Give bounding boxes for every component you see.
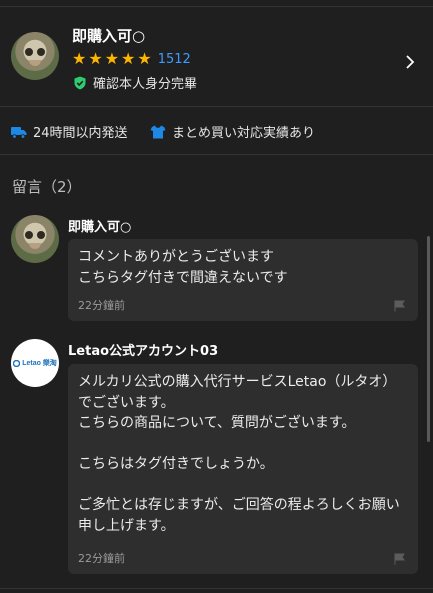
shirt-icon (150, 125, 166, 138)
feature-shipping: 24時間以内発送 (11, 122, 128, 141)
scrollbar[interactable] (427, 236, 430, 442)
comment-avatar[interactable]: Letao 樂淘 (11, 339, 59, 387)
star-icon: ★ (137, 49, 152, 68)
report-flag-icon[interactable] (394, 300, 406, 312)
verified-badge: 確認本人身分完畢 (73, 73, 197, 92)
feature-shipping-label: 24時間以内発送 (33, 126, 128, 141)
letao-logo-icon: Letao 樂淘 (13, 358, 57, 368)
star-icon: ★ (88, 49, 103, 68)
features-divider (0, 154, 433, 155)
bottom-divider (0, 588, 433, 589)
comments-title: 留言（2） (12, 178, 82, 196)
seller-rating: ★ ★ ★ ★ ★ 1512 (72, 51, 191, 67)
verified-label: 確認本人身分完畢 (93, 77, 198, 92)
comment-text: コメントありがとうございます こちらタグ付きで間違えないです (78, 249, 288, 286)
truck-icon (11, 126, 27, 139)
star-icon: ★ (72, 49, 87, 68)
seller-avatar[interactable] (11, 32, 59, 80)
comment-bubble: コメントありがとうございます こちらタグ付きで間違えないです 22分鐘前 (68, 239, 418, 321)
star-icon: ★ (104, 49, 120, 68)
star-icon: ★ (121, 49, 136, 68)
comment-author[interactable]: Letao公式アカウント03 (68, 340, 218, 359)
comment-time: 22分鐘前 (78, 552, 125, 565)
comment-time: 22分鐘前 (78, 299, 125, 312)
rating-count[interactable]: 1512 (158, 52, 191, 67)
chevron-right-icon[interactable] (403, 55, 417, 69)
shield-check-icon (74, 76, 86, 89)
report-flag-icon[interactable] (394, 553, 406, 565)
feature-bulk: まとめ買い対応実績あり (150, 122, 315, 141)
seller-divider (0, 106, 433, 107)
feature-bulk-label: まとめ買い対応実績あり (172, 126, 316, 141)
seller-card[interactable]: 即購入可○ ★ ★ ★ ★ ★ 1512 確認本人身分完畢 (0, 7, 433, 107)
comment-avatar[interactable] (11, 215, 59, 263)
seller-name: 即購入可○ (72, 27, 146, 45)
comment-text: メルカリ公式の購入代行サービスLetao（ルタオ）でございます。 こちらの商品に… (78, 374, 400, 534)
comment-bubble: メルカリ公式の購入代行サービスLetao（ルタオ）でございます。 こちらの商品に… (68, 364, 418, 574)
comment-author[interactable]: 即購入可○ (68, 216, 131, 235)
